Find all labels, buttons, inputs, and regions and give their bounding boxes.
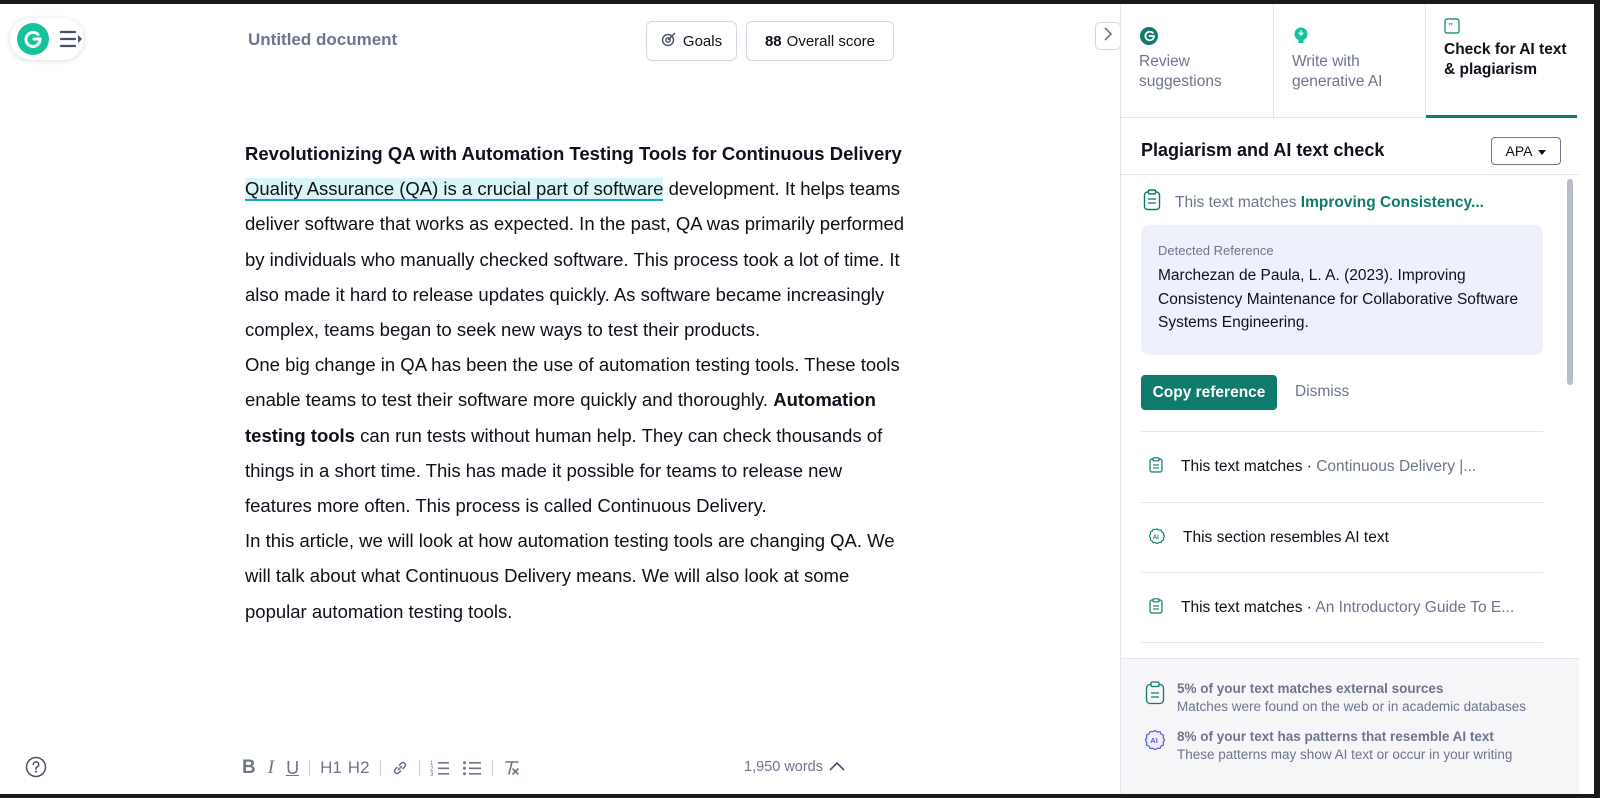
menu-icon (59, 29, 83, 49)
panel-title: Plagiarism and AI text check (1141, 140, 1385, 160)
toolbar-divider (418, 760, 420, 776)
citation-style-value: APA (1505, 143, 1533, 159)
app-menu-button[interactable] (10, 18, 84, 60)
caret-down-icon (1538, 143, 1547, 159)
help-icon[interactable] (25, 756, 47, 778)
collapse-panel-button[interactable] (1095, 22, 1121, 50)
bullet-list-icon[interactable] (456, 756, 488, 780)
chevron-up-icon (829, 759, 845, 775)
clipboard-icon (1145, 681, 1165, 714)
grammarly-logo-icon (1139, 26, 1273, 48)
clipboard-icon (1149, 597, 1163, 619)
plagiarism-summary: 5% of your text matches external sources… (1145, 681, 1526, 714)
paragraph-2: One big change in QA has been the use of… (245, 347, 905, 523)
svg-text:AI: AI (1150, 736, 1158, 745)
score-label: Overall score (786, 32, 876, 50)
item-text: This text matches · Continuous Delivery … (1181, 458, 1476, 476)
plagiarism-summary-title: 5% of your text matches external sources (1177, 681, 1444, 696)
detected-reference-box: Detected Reference Marchezan de Paula, L… (1141, 225, 1543, 355)
heading-1-button[interactable]: H1 (314, 756, 348, 780)
copy-reference-button[interactable]: Copy reference (1141, 375, 1277, 410)
heading-2-button[interactable]: H2 (348, 756, 376, 780)
divider (1141, 642, 1543, 643)
ai-summary-title: 8% of your text has patterns that resemb… (1177, 729, 1494, 744)
expanded-match-header[interactable]: This text matches Improving Consistency.… (1143, 189, 1484, 216)
ai-icon: AI (1144, 729, 1166, 762)
score-value: 88 (764, 32, 782, 50)
match-prefix: This text matches (1175, 193, 1301, 211)
list-item[interactable]: AI This section resembles AI text (1141, 502, 1543, 573)
item-source: An Introductory Guide To E... (1315, 599, 1515, 616)
svg-text:3: 3 (430, 772, 434, 777)
grammarly-logo-icon (17, 23, 49, 55)
match-text: This text matches Improving Consistency.… (1175, 194, 1484, 212)
word-count-toggle[interactable]: 1,950 words (744, 759, 845, 775)
paragraph-3: In this article, we will look at how aut… (245, 530, 895, 622)
item-source: Continuous Delivery |... (1316, 458, 1477, 475)
italic-button[interactable]: I (262, 756, 280, 780)
plagiarism-highlight[interactable]: Quality Assurance (QA) is a crucial part… (245, 178, 664, 202)
panel-tabs: Review suggestions Write with generative… (1121, 4, 1579, 118)
document-title[interactable]: Untitled document (248, 30, 397, 50)
svg-text:": " (1448, 22, 1454, 33)
item-text: This text matches · An Introductory Guid… (1181, 599, 1514, 617)
summary-footer: 5% of your text matches external sources… (1121, 658, 1579, 794)
plagiarism-summary-subtitle: Matches were found on the web or in acad… (1177, 699, 1526, 714)
goals-label: Goals (682, 32, 723, 50)
item-label: This section resembles AI text (1183, 529, 1389, 546)
overall-score-button[interactable]: 88 Overall score (746, 21, 894, 61)
window-right-border (1594, 0, 1600, 798)
window-bottom-border (0, 794, 1600, 798)
chevron-right-icon (1103, 26, 1113, 46)
word-count: 1,950 words (744, 759, 823, 775)
underline-button[interactable]: U (280, 756, 305, 780)
quote-icon: " (1444, 18, 1577, 36)
document-heading: Revolutionizing QA with Automation Testi… (245, 143, 902, 164)
ai-icon: AI (1148, 527, 1166, 549)
list-item[interactable]: This text matches · An Introductory Guid… (1141, 572, 1543, 643)
reference-text: Marchezan de Paula, L. A. (2023). Improv… (1158, 267, 1519, 331)
assistant-panel: Review suggestions Write with generative… (1120, 4, 1594, 794)
formatting-toolbar: B I U H1 H2 123 (236, 756, 527, 780)
tab-label: Check for AI text & plagiarism (1444, 41, 1567, 78)
item-label: This text matches · (1181, 599, 1316, 616)
link-icon[interactable] (385, 756, 415, 780)
tab-label: Write with generative AI (1292, 53, 1383, 90)
numbered-list-icon[interactable]: 123 (424, 756, 456, 780)
tab-write-generative-ai[interactable]: Write with generative AI (1273, 4, 1425, 117)
svg-text:AI: AI (1153, 534, 1159, 540)
target-icon (661, 31, 677, 51)
dismiss-button[interactable]: Dismiss (1295, 383, 1349, 401)
scrollbar-thumb[interactable] (1567, 179, 1573, 385)
reference-label: Detected Reference (1158, 243, 1274, 258)
tab-ai-plagiarism-check[interactable]: " Check for AI text & plagiarism (1425, 4, 1577, 118)
toolbar-divider (309, 760, 311, 776)
clipboard-icon (1149, 456, 1163, 478)
clear-formatting-icon[interactable] (497, 756, 527, 780)
citation-style-select[interactable]: APA (1491, 137, 1561, 165)
results-list[interactable]: This text matches Improving Consistency.… (1121, 175, 1579, 658)
paragraph-1-text: development. It helps teams deliver soft… (245, 178, 905, 341)
clipboard-icon (1143, 189, 1161, 216)
toolbar-divider (491, 760, 493, 776)
item-label: This text matches · (1181, 458, 1317, 475)
document-body[interactable]: Revolutionizing QA with Automation Testi… (245, 136, 905, 629)
lightbulb-icon (1292, 26, 1425, 48)
goals-button[interactable]: Goals (646, 21, 737, 61)
list-item[interactable]: This text matches · Continuous Delivery … (1141, 431, 1543, 502)
tab-label: Review suggestions (1139, 53, 1222, 90)
tab-review-suggestions[interactable]: Review suggestions (1121, 4, 1273, 117)
bold-button[interactable]: B (236, 756, 262, 780)
ai-summary-subtitle: These patterns may show AI text or occur… (1177, 747, 1513, 762)
match-source: Improving Consistency... (1300, 193, 1484, 211)
ai-summary: AI 8% of your text has patterns that res… (1144, 729, 1513, 762)
paragraph-1: Quality Assurance (QA) is a crucial part… (245, 171, 905, 347)
toolbar-divider (379, 760, 381, 776)
